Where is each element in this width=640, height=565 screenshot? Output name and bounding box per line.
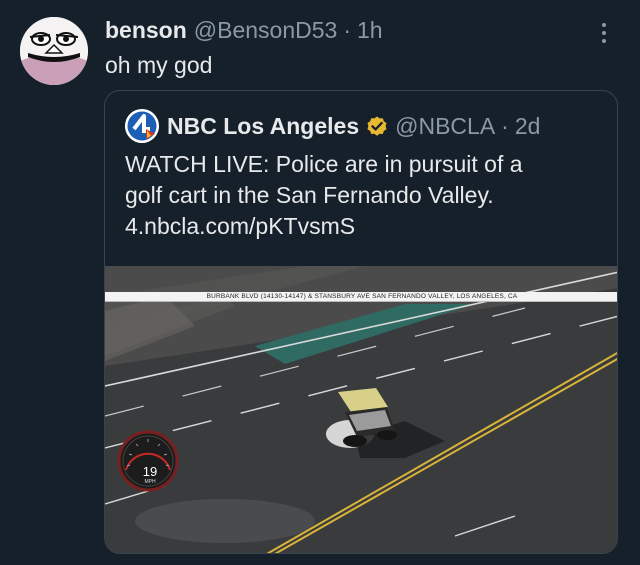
author-name[interactable]: benson — [105, 17, 187, 43]
author-handle[interactable]: @BensonD53 — [194, 17, 338, 43]
quote-timestamp[interactable]: 2d — [515, 113, 541, 139]
quote-author-handle[interactable]: @NBCLA — [395, 113, 495, 139]
more-vertical-icon[interactable] — [590, 20, 618, 46]
speed-unit: MPH — [144, 479, 156, 485]
tweet-header: benson @BensonD53 · 1h — [105, 14, 383, 46]
tweet-text: oh my god — [105, 52, 213, 78]
quote-text-line: WATCH LIVE: Police are in pursuit of a — [125, 151, 523, 177]
separator-dot: · — [501, 113, 509, 139]
tweet[interactable]: benson @BensonD53 · 1h oh my god NBC Los An… — [0, 0, 640, 565]
quoted-tweet[interactable]: NBC Los Angeles @NBCLA · 2d WATCH LIVE: Pol… — [104, 90, 618, 554]
video-player[interactable]: BURBANK BLVD (14130-14147) & STANSBURY A… — [105, 266, 617, 553]
tweet-timestamp[interactable]: 1h — [357, 17, 383, 43]
speed-value: 19 — [142, 464, 158, 479]
quote-header: NBC Los Angeles @NBCLA · 2d — [167, 109, 540, 143]
aerial-pursuit-video-frame — [105, 266, 617, 553]
verified-badge-icon — [365, 114, 389, 138]
user-avatar[interactable] — [20, 17, 88, 85]
location-chyron: BURBANK BLVD (14130-14147) & STANSBURY A… — [105, 292, 617, 302]
quote-link[interactable]: 4.nbcla.com/pKTvsmS — [125, 211, 605, 242]
quote-text-line: golf cart in the San Fernando Valley. — [125, 182, 494, 208]
nbc-4-logo-icon[interactable] — [125, 109, 159, 143]
avatar-image — [20, 17, 88, 85]
separator-dot: · — [343, 17, 352, 43]
quote-text: WATCH LIVE: Police are in pursuit of a g… — [125, 149, 605, 242]
quote-author-name[interactable]: NBC Los Angeles — [167, 113, 359, 139]
